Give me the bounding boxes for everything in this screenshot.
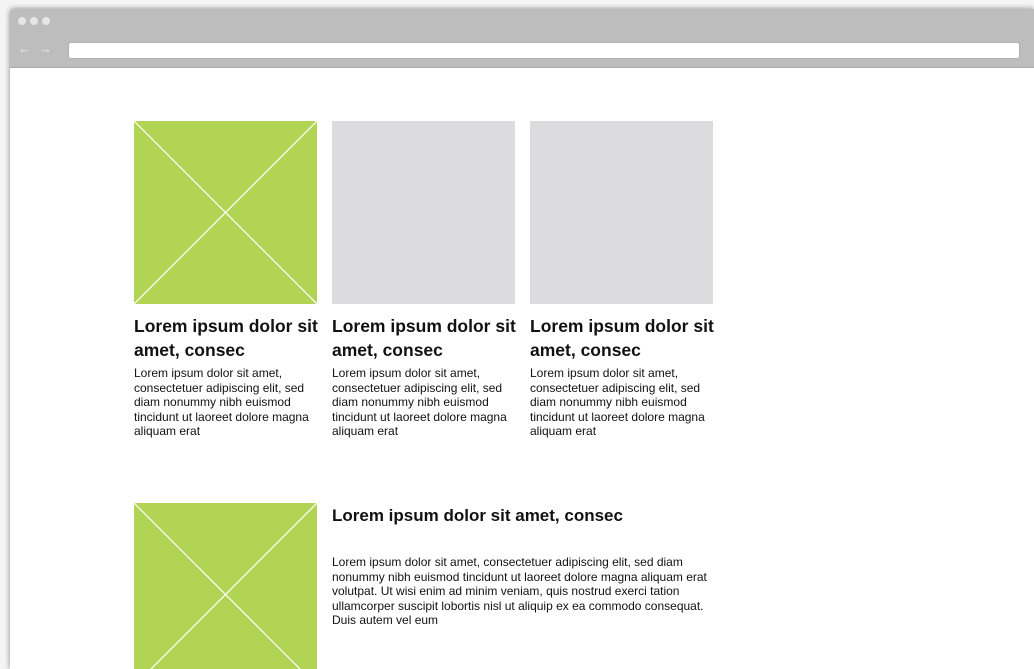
feature-body: Lorem ipsum dolor sit amet, consectetuer… xyxy=(332,555,707,628)
maximize-window-dot[interactable] xyxy=(42,17,50,25)
minimize-window-dot[interactable] xyxy=(30,17,38,25)
browser-window: ← → Lorem ipsum dolor sit amet, consec L… xyxy=(10,9,1034,669)
navigation-buttons: ← → xyxy=(18,42,52,56)
card-3-body: Lorem ipsum dolor sit amet, consectetuer… xyxy=(530,366,705,439)
address-bar[interactable] xyxy=(68,42,1020,59)
image-placeholder-icon xyxy=(134,121,317,304)
card-2-title: Lorem ipsum dolor sit amet, consec xyxy=(332,316,516,360)
card-1-image-placeholder xyxy=(134,121,317,304)
browser-toolbar: ← → xyxy=(10,9,1034,68)
card-1-title: Lorem ipsum dolor sit amet, consec xyxy=(134,316,318,360)
close-window-dot[interactable] xyxy=(18,17,26,25)
feature-image-placeholder xyxy=(134,503,317,669)
card-2-image-placeholder xyxy=(332,121,515,304)
image-placeholder-icon xyxy=(134,503,317,669)
card-3-title: Lorem ipsum dolor sit amet, consec xyxy=(530,316,714,360)
forward-arrow-icon[interactable]: → xyxy=(39,42,52,56)
back-arrow-icon[interactable]: ← xyxy=(18,42,31,56)
card-2-body: Lorem ipsum dolor sit amet, consectetuer… xyxy=(332,366,507,439)
card-1-body: Lorem ipsum dolor sit amet, consectetuer… xyxy=(134,366,309,439)
card-3-image-placeholder xyxy=(530,121,713,304)
feature-title: Lorem ipsum dolor sit amet, consec xyxy=(332,506,623,525)
window-controls xyxy=(18,17,50,25)
